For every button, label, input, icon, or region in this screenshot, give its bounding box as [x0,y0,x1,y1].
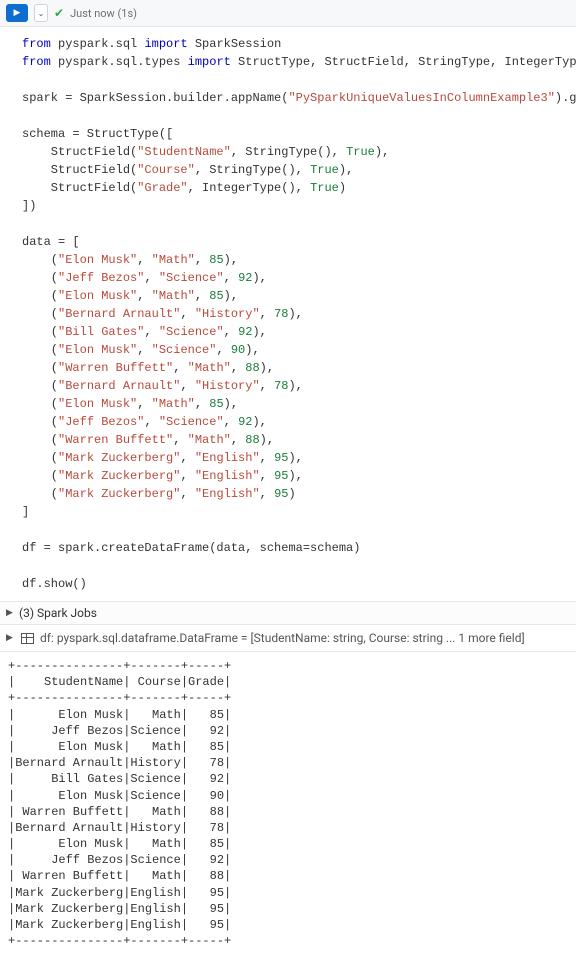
play-icon: ▶ [14,8,21,18]
spark-jobs-toggle[interactable]: ▶ (3) Spark Jobs [0,601,576,625]
dataframe-schema-label: df: pyspark.sql.dataframe.DataFrame = [S… [40,631,525,645]
expand-icon: ▶ [6,608,15,618]
chevron-down-icon: ⌄ [38,9,45,18]
table-icon [21,633,34,644]
cell-header: ▶ ⌄ ✔ Just now (1s) [0,0,576,27]
code-editor[interactable]: from pyspark.sql import SparkSession fro… [0,27,576,601]
output-text: +---------------+-------+-----+ | Studen… [0,652,576,955]
runtime-label: Just now (1s) [70,7,137,20]
run-button[interactable]: ▶ [6,4,28,22]
status-check-icon: ✔ [54,6,64,20]
run-dropdown[interactable]: ⌄ [34,4,48,22]
expand-icon: ▶ [6,633,15,643]
spark-jobs-label: (3) Spark Jobs [19,606,97,620]
dataframe-schema-toggle[interactable]: ▶ df: pyspark.sql.dataframe.DataFrame = … [0,625,576,652]
